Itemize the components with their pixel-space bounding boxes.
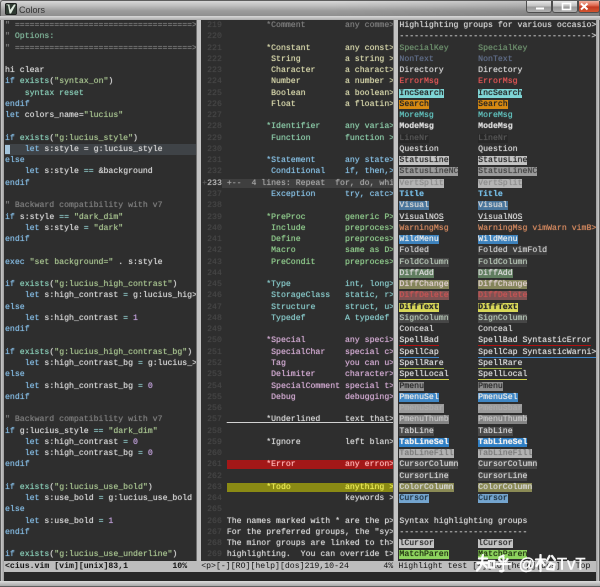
- svg-text:TvT: TvT: [557, 556, 585, 574]
- svg-text:@: @: [519, 556, 536, 574]
